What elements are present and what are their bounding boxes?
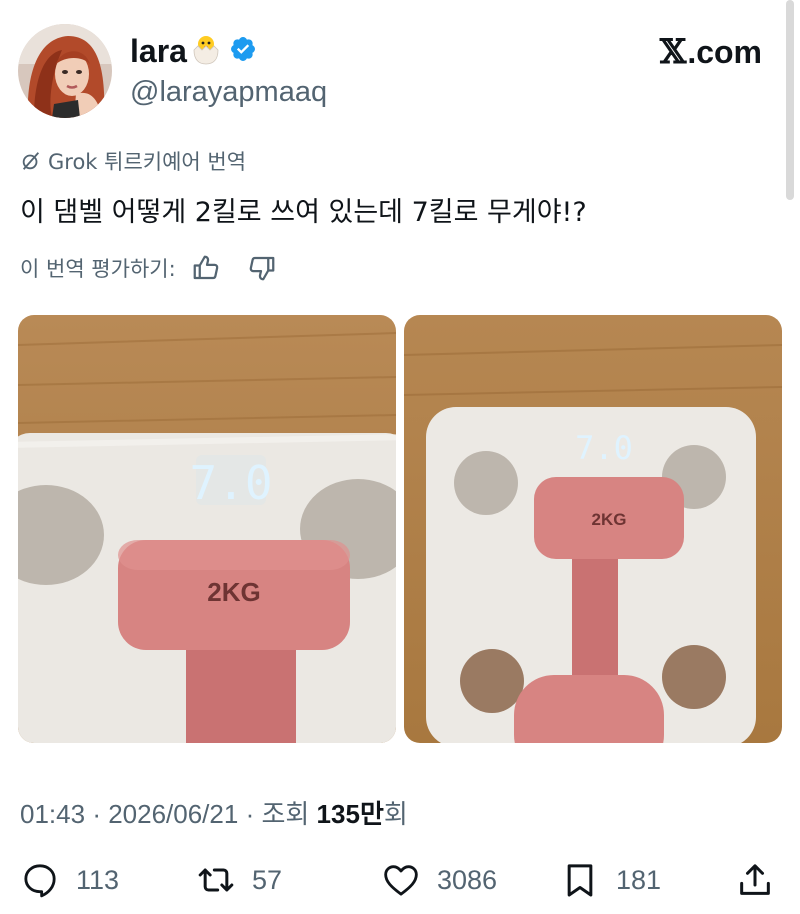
rate-prompt: 이 번역 평가하기: bbox=[20, 257, 176, 281]
heart-icon bbox=[384, 865, 418, 896]
tweet-text: 이 댐벨 어떻게 2킬로 쓰여 있는데 7킬로 무게야!? bbox=[20, 197, 587, 228]
action-bar: 113 57 3086 181 bbox=[0, 858, 800, 902]
thumbs-down-button[interactable] bbox=[242, 251, 282, 285]
author-handle[interactable]: @larayapmaaq bbox=[130, 76, 327, 109]
views-suffix: 회 bbox=[383, 800, 408, 830]
bookmark-button[interactable]: 181 bbox=[560, 858, 661, 902]
thumbs-down-icon bbox=[249, 256, 275, 281]
scale-reading: 7.0 bbox=[575, 429, 633, 467]
dumbbell-label: 2KG bbox=[592, 510, 627, 529]
dumbbell-label: 2KG bbox=[207, 577, 260, 607]
site-domain: .com bbox=[687, 33, 762, 70]
views-number: 135 bbox=[316, 799, 360, 829]
reply-icon bbox=[24, 864, 56, 898]
scale-reading: 7.0 bbox=[189, 456, 272, 510]
views-label: 조회 bbox=[261, 800, 310, 830]
tweet-meta: 01:43 · 2026/06/21 · 조회 135만회 bbox=[20, 799, 408, 830]
retweet-button[interactable]: 57 bbox=[196, 858, 282, 902]
bookmark-count: 181 bbox=[616, 864, 662, 895]
grok-translation-label: Grok 튀르키예어 번역 bbox=[20, 146, 246, 176]
like-button[interactable]: 3086 bbox=[381, 858, 497, 902]
verified-badge-icon[interactable] bbox=[229, 35, 257, 67]
x-com-logo: 𝕏 .com bbox=[660, 32, 762, 72]
retweet-icon bbox=[198, 868, 234, 892]
thumbs-up-icon bbox=[193, 255, 218, 280]
author-name-row[interactable]: lara bbox=[130, 30, 257, 72]
reply-button[interactable]: 113 bbox=[20, 858, 119, 902]
avatar[interactable] bbox=[18, 24, 112, 118]
share-button[interactable] bbox=[735, 858, 775, 902]
translation-label-text: Grok 튀르키예어 번역 bbox=[48, 150, 247, 174]
display-name[interactable]: lara bbox=[130, 33, 187, 70]
grok-icon bbox=[22, 152, 40, 170]
scrollbar[interactable] bbox=[786, 0, 794, 200]
rate-translation-row: 이 번역 평가하기: bbox=[20, 251, 282, 285]
bookmark-icon bbox=[567, 864, 593, 897]
reply-count: 113 bbox=[76, 864, 120, 895]
thumbs-up-button[interactable] bbox=[186, 251, 226, 285]
tweet-time[interactable]: 01:43 bbox=[20, 799, 85, 829]
retweet-count: 57 bbox=[252, 864, 283, 895]
tweet-date[interactable]: 2026/06/21 bbox=[108, 799, 238, 829]
share-icon bbox=[740, 864, 770, 895]
photo-right[interactable]: 7.0 2KG bbox=[404, 315, 782, 743]
views-unit: 만 bbox=[359, 800, 384, 830]
hatching-chick-icon bbox=[189, 32, 223, 70]
like-count: 3086 bbox=[437, 864, 498, 895]
x-logo-icon: 𝕏 bbox=[659, 32, 687, 72]
photo-left[interactable]: 7.0 2KG bbox=[18, 315, 396, 743]
views-count: 135만 bbox=[316, 799, 384, 830]
